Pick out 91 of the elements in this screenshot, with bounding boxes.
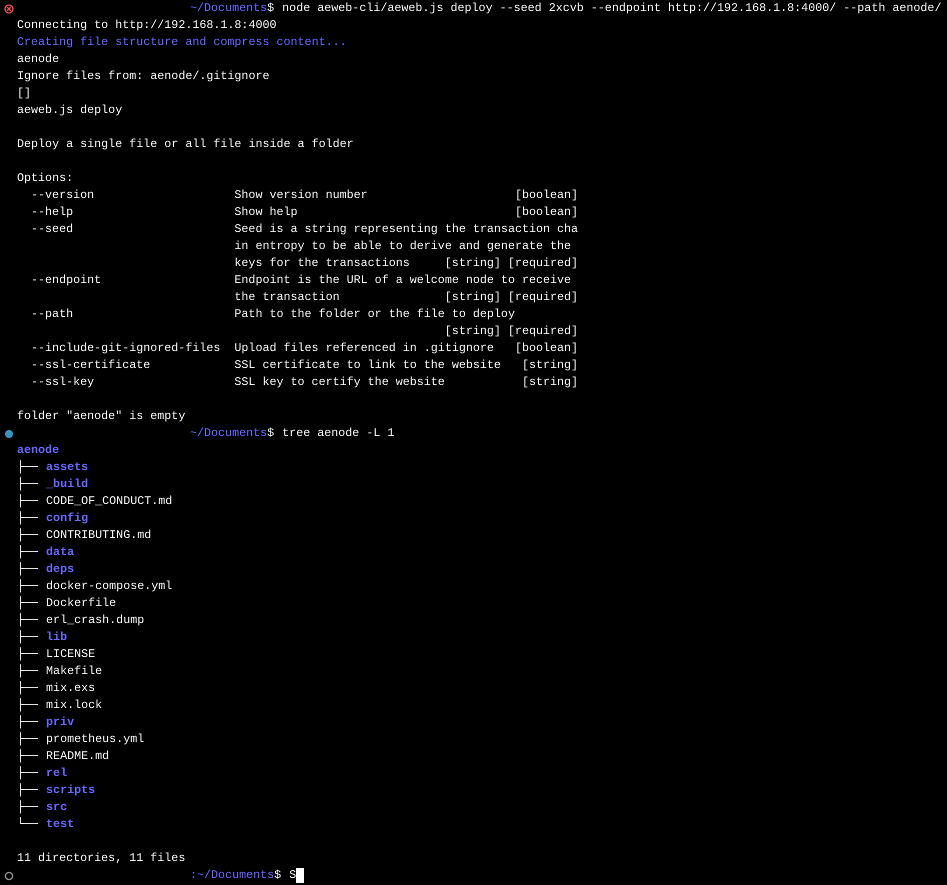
prompt-path: ~/Documents bbox=[190, 425, 268, 442]
file-name: mix.lock bbox=[46, 697, 102, 714]
tree-branch: ├── bbox=[17, 578, 38, 595]
command-text: tree aenode -L 1 bbox=[282, 425, 394, 442]
tree-branch: ├── bbox=[17, 748, 38, 765]
tree-branch: ├── bbox=[17, 629, 38, 646]
tree-branch: ├── bbox=[17, 544, 38, 561]
tree-branch: ├── bbox=[17, 765, 38, 782]
directory-name: test bbox=[46, 816, 74, 833]
file-name: LICENSE bbox=[46, 646, 96, 663]
option-types: [string] bbox=[522, 374, 578, 391]
option-name: --path bbox=[31, 307, 74, 321]
tree-branch: ├── bbox=[17, 731, 38, 748]
tree-branch: ├── bbox=[17, 714, 38, 731]
tree-branch: ├── bbox=[17, 663, 38, 680]
option-name: --ssl-key bbox=[31, 375, 94, 389]
option-name: --help bbox=[31, 205, 74, 219]
option-types: [string] bbox=[522, 357, 578, 374]
command-text: node aeweb-cli/aeweb.js deploy --seed 2xcvb --endpoint http://192.168.1.8:4000/ --path aenode/ bbox=[282, 0, 942, 17]
output-line: 11 directories, 11 files bbox=[17, 850, 186, 867]
option-types: [boolean] bbox=[514, 340, 578, 357]
output-line: Connecting to http://192.168.1.8:4000 bbox=[17, 17, 277, 34]
option-name: --endpoint bbox=[31, 273, 102, 287]
tree-branch: ├── bbox=[17, 799, 38, 816]
option-description: Endpoint is the URL of a welcome node to receive bbox=[234, 272, 572, 289]
prompt-sign: $ bbox=[267, 0, 274, 17]
option-description: in entropy to be able to derive and generate the bbox=[234, 238, 572, 255]
tree-branch: ├── bbox=[17, 680, 38, 697]
output-line: folder "aenode" is empty bbox=[17, 408, 186, 425]
file-name: CONTRIBUTING.md bbox=[46, 527, 152, 544]
prompt-path: :~/Documents bbox=[190, 867, 274, 884]
directory-name: data bbox=[46, 544, 74, 561]
directory-name: _build bbox=[46, 476, 88, 493]
directory-name: config bbox=[46, 510, 88, 527]
command-text: S bbox=[289, 867, 296, 884]
option-types: [boolean] bbox=[514, 187, 578, 204]
file-name: docker-compose.yml bbox=[46, 578, 172, 595]
option-types: [string] [required] bbox=[444, 289, 578, 306]
option-description: Seed is a string representing the transaction cha bbox=[234, 221, 578, 238]
directory-name: rel bbox=[46, 765, 68, 782]
prompt-path: ~/Documents bbox=[190, 0, 268, 17]
prompt-sign: $ bbox=[267, 425, 274, 442]
option-description: SSL key to certify the website bbox=[234, 374, 445, 391]
output-line: Creating file structure and compress content... bbox=[17, 34, 347, 51]
file-name: README.md bbox=[46, 748, 110, 765]
option-name: --ssl-certificate bbox=[31, 358, 150, 372]
tree-branch: ├── bbox=[17, 697, 38, 714]
option-description: the transaction bbox=[234, 289, 340, 306]
directory-name: scripts bbox=[46, 782, 96, 799]
option-description: Path to the folder or the file to deploy bbox=[234, 306, 515, 323]
file-name: Dockerfile bbox=[46, 595, 116, 612]
tree-branch: ├── bbox=[17, 527, 38, 544]
directory-name: lib bbox=[46, 629, 68, 646]
output-line: Ignore files from: aenode/.gitignore bbox=[17, 68, 270, 85]
tree-branch: ├── bbox=[17, 493, 38, 510]
file-name: CODE_OF_CONDUCT.md bbox=[46, 493, 172, 510]
file-name: Makefile bbox=[46, 663, 102, 680]
option-name: --version bbox=[31, 188, 94, 202]
prompt-sign: $ bbox=[274, 867, 282, 884]
option-description: Upload files referenced in .gitignore bbox=[234, 340, 494, 357]
option-name: --include-git-ignored-files bbox=[31, 341, 220, 355]
output-line: [] bbox=[17, 85, 32, 102]
directory-name: priv bbox=[46, 714, 74, 731]
option-name: --seed bbox=[31, 222, 74, 236]
tree-branch: ├── bbox=[17, 612, 38, 629]
output-line: aenode bbox=[17, 51, 60, 68]
tree-branch: ├── bbox=[17, 561, 38, 578]
tree-branch: └── bbox=[17, 816, 38, 833]
directory-name: deps bbox=[46, 561, 74, 578]
tree-branch: ├── bbox=[17, 476, 38, 493]
option-description: keys for the transactions bbox=[234, 255, 410, 272]
tree-branch: ├── bbox=[17, 510, 38, 527]
option-types: [string] [required] bbox=[444, 255, 578, 272]
option-types: [string] [required] bbox=[444, 323, 578, 340]
tree-branch: ├── bbox=[17, 646, 38, 663]
file-name: prometheus.yml bbox=[46, 731, 144, 748]
option-description: Show help bbox=[234, 204, 298, 221]
directory-name: assets bbox=[46, 459, 88, 476]
file-name: mix.exs bbox=[46, 680, 96, 697]
tree-branch: ├── bbox=[17, 595, 38, 612]
directory-name: src bbox=[46, 799, 68, 816]
tree-branch: ├── bbox=[17, 782, 38, 799]
output-line: Options: bbox=[17, 170, 74, 187]
file-name: erl_crash.dump bbox=[46, 612, 144, 629]
directory-name: aenode bbox=[17, 442, 60, 459]
option-types: [boolean] bbox=[514, 204, 578, 221]
output-line: Deploy a single file or all file inside a folder bbox=[17, 136, 354, 153]
tree-branch: ├── bbox=[17, 459, 38, 476]
output-line: aeweb.js deploy bbox=[17, 102, 122, 119]
option-description: Show version number bbox=[234, 187, 368, 204]
option-description: SSL certificate to link to the website bbox=[234, 357, 501, 374]
